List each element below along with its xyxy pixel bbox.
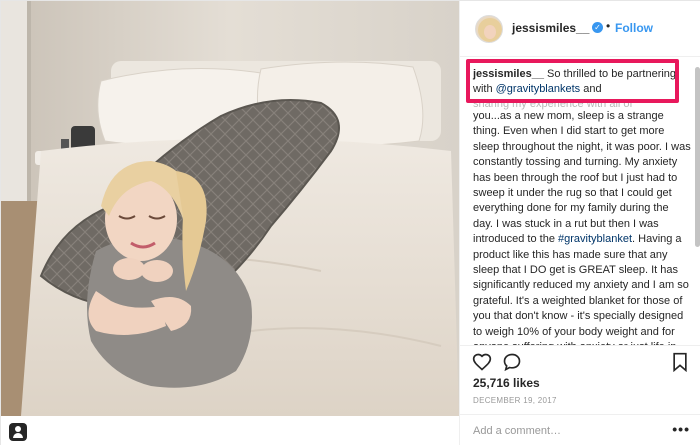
caption-scrollbar[interactable] <box>695 67 700 247</box>
post-date[interactable]: DECEMBER 19, 2017 <box>473 396 557 405</box>
comment-bubble-icon[interactable] <box>502 352 522 372</box>
instagram-post: jessismiles__ ✓ • Follow jessismiles__ S… <box>0 0 700 445</box>
post-photo[interactable] <box>1 1 459 416</box>
comment-box: ••• <box>460 414 700 445</box>
photo-woman-with-weighted-blanket <box>1 1 459 416</box>
caption-body-part2: . Having a product like this has made su… <box>473 233 689 345</box>
verified-badge-icon: ✓ <box>592 22 603 33</box>
likes-count[interactable]: 25,716 likes <box>473 376 540 390</box>
bookmark-icon[interactable] <box>670 352 690 372</box>
action-bar <box>460 345 700 375</box>
caption-hashtag-link[interactable]: #gravityblanket <box>558 233 632 245</box>
post-header: jessismiles__ ✓ • Follow <box>460 1 700 57</box>
user-tag-icon[interactable] <box>9 423 27 441</box>
avatar[interactable] <box>475 15 503 43</box>
caption-body-part1: you...as a new mom, sleep is a strange t… <box>473 110 691 246</box>
caption-area[interactable]: jessismiles__ So thrilled to be partneri… <box>460 57 700 345</box>
header-separator: • <box>606 19 611 33</box>
caption-body: you...as a new mom, sleep is a strange t… <box>473 109 691 345</box>
caption-highlight-box <box>466 59 679 103</box>
header-username[interactable]: jessismiles__ <box>512 21 589 35</box>
comment-input[interactable] <box>473 423 663 439</box>
heart-icon[interactable] <box>472 352 492 372</box>
photo-footer <box>1 416 459 445</box>
follow-button[interactable]: Follow <box>615 21 653 35</box>
post-side-panel: jessismiles__ ✓ • Follow jessismiles__ S… <box>459 1 700 445</box>
more-options-button[interactable]: ••• <box>672 421 690 437</box>
